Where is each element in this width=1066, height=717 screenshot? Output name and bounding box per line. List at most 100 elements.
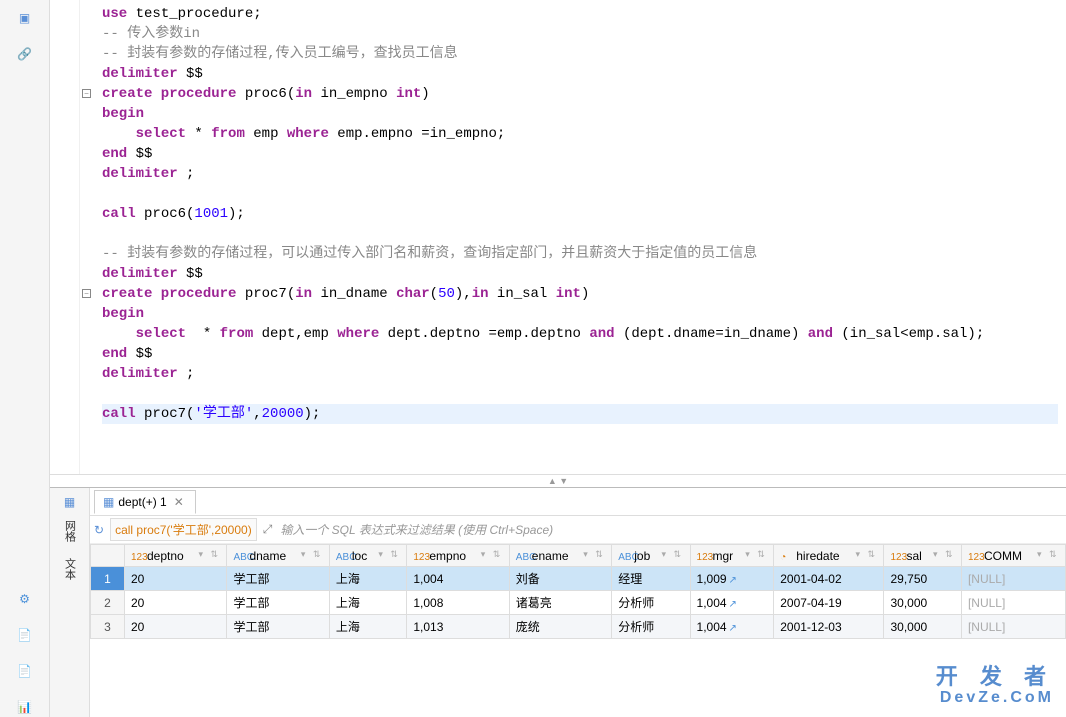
ext-link-icon[interactable]: ↗ (729, 623, 737, 634)
col-header-sal[interactable]: 123sal▾⇅ (884, 545, 961, 567)
code-line[interactable]: -- 封装有参数的存储过程,传入员工编号，查找员工信息 (102, 44, 1058, 64)
cell-empno[interactable]: 1,008 (407, 591, 509, 615)
cell-COMM[interactable]: [NULL] (961, 591, 1065, 615)
code-line[interactable]: delimiter $$ (102, 264, 1058, 284)
console-icon[interactable]: ▣ (15, 8, 35, 28)
fold-toggle-icon[interactable]: − (82, 289, 91, 298)
cell-sal[interactable]: 30,000 (884, 591, 961, 615)
code-line[interactable]: delimiter ; (102, 364, 1058, 384)
col-header-job[interactable]: ABCjob▾⇅ (612, 545, 690, 567)
cell-job[interactable]: 经理 (612, 567, 690, 591)
doc2-icon[interactable]: 📄 (15, 661, 35, 681)
code-line[interactable]: delimiter $$ (102, 64, 1058, 84)
cell-dname[interactable]: 学工部 (227, 591, 329, 615)
rownum-cell[interactable]: 3 (91, 615, 125, 639)
cell-deptno[interactable]: 20 (125, 591, 227, 615)
rownum-cell[interactable]: 1 (91, 567, 125, 591)
code-line[interactable]: begin (102, 104, 1058, 124)
ext-link-icon[interactable]: ↗ (729, 575, 737, 586)
fold-toggle-icon[interactable]: − (82, 89, 91, 98)
side-tab-grid[interactable]: 网格 (60, 514, 80, 548)
cell-dname[interactable]: 学工部 (227, 567, 329, 591)
sort-icon[interactable]: ⇅ (313, 549, 323, 563)
cell-deptno[interactable]: 20 (125, 567, 227, 591)
cell-empno[interactable]: 1,013 (407, 615, 509, 639)
filter-icon[interactable]: ▾ (481, 549, 491, 563)
sort-icon[interactable]: ⇅ (945, 549, 955, 563)
filter-icon[interactable]: ▾ (933, 549, 943, 563)
filter-input[interactable]: 输入一个 SQL 表达式来过滤结果 (使用 Ctrl+Space) (278, 519, 1062, 540)
code-line[interactable]: create procedure proc6(in in_empno int) (102, 84, 1058, 104)
side-tab-text[interactable]: 文本 (60, 552, 80, 586)
filter-call-text[interactable]: call proc7('学工部',20000) (110, 518, 257, 541)
results-tab[interactable]: ▦ dept(+) 1 ✕ (94, 490, 196, 514)
code-line[interactable]: call proc7('学工部',20000); (102, 404, 1058, 424)
cell-deptno[interactable]: 20 (125, 615, 227, 639)
sort-icon[interactable]: ⇅ (867, 549, 877, 563)
col-header-deptno[interactable]: 123deptno▾⇅ (125, 545, 227, 567)
code-line[interactable]: end $$ (102, 144, 1058, 164)
filter-icon[interactable]: ▾ (378, 549, 388, 563)
code-line[interactable] (102, 184, 1058, 204)
rownum-header[interactable] (91, 545, 125, 567)
col-header-empno[interactable]: 123empno▾⇅ (407, 545, 509, 567)
code-line[interactable]: -- 传入参数in (102, 24, 1058, 44)
filter-icon[interactable]: ▾ (745, 549, 755, 563)
filter-icon[interactable]: ▾ (1037, 549, 1047, 563)
cell-loc[interactable]: 上海 (329, 567, 406, 591)
code-line[interactable]: create procedure proc7(in in_dname char(… (102, 284, 1058, 304)
code-line[interactable]: call proc6(1001); (102, 204, 1058, 224)
filter-icon[interactable]: ▾ (855, 549, 865, 563)
cell-ename[interactable]: 庞统 (509, 615, 611, 639)
cell-hiredate[interactable]: 2007-04-19 (774, 591, 884, 615)
cell-hiredate[interactable]: 2001-12-03 (774, 615, 884, 639)
rownum-cell[interactable]: 2 (91, 591, 125, 615)
cell-empno[interactable]: 1,004 (407, 567, 509, 591)
table-row[interactable]: 320学工部上海1,013庞统分析师1,004↗2001-12-0330,000… (91, 615, 1066, 639)
cell-COMM[interactable]: [NULL] (961, 567, 1065, 591)
sort-icon[interactable]: ⇅ (390, 549, 400, 563)
cell-COMM[interactable]: [NULL] (961, 615, 1065, 639)
ext-link-icon[interactable]: ↗ (729, 599, 737, 610)
sort-icon[interactable]: ⇅ (210, 549, 220, 563)
filter-icon[interactable]: ▾ (583, 549, 593, 563)
table-row[interactable]: 120学工部上海1,004刘备经理1,009↗2001-04-0229,750[… (91, 567, 1066, 591)
col-header-hiredate[interactable]: ◔hiredate▾⇅ (774, 545, 884, 567)
close-icon[interactable]: ✕ (171, 495, 187, 509)
col-header-loc[interactable]: ABCloc▾⇅ (329, 545, 406, 567)
code-line[interactable]: use test_procedure; (102, 4, 1058, 24)
col-header-ename[interactable]: ABCename▾⇅ (509, 545, 611, 567)
cell-job[interactable]: 分析师 (612, 615, 690, 639)
cell-sal[interactable]: 30,000 (884, 615, 961, 639)
code-line[interactable]: end $$ (102, 344, 1058, 364)
cell-ename[interactable]: 诸葛亮 (509, 591, 611, 615)
col-header-dname[interactable]: ABCdname▾⇅ (227, 545, 329, 567)
sort-icon[interactable]: ⇅ (1049, 549, 1059, 563)
cell-mgr[interactable]: 1,004↗ (690, 591, 774, 615)
expand-icon[interactable]: ⤢ (263, 522, 273, 537)
cell-job[interactable]: 分析师 (612, 591, 690, 615)
code-line[interactable]: select * from dept,emp where dept.deptno… (102, 324, 1058, 344)
refresh-icon[interactable]: ↻ (94, 523, 104, 537)
filter-icon[interactable]: ▾ (662, 549, 672, 563)
cell-mgr[interactable]: 1,004↗ (690, 615, 774, 639)
sort-icon[interactable]: ⇅ (595, 549, 605, 563)
grid-view-icon[interactable]: ▦ (62, 494, 78, 510)
code-line[interactable]: begin (102, 304, 1058, 324)
code-line[interactable]: delimiter ; (102, 164, 1058, 184)
sort-icon[interactable]: ⇅ (493, 549, 503, 563)
code-line[interactable]: -- 封装有参数的存储过程，可以通过传入部门名和薪资，查询指定部门，并且薪资大于… (102, 244, 1058, 264)
link-icon[interactable]: 🔗 (15, 44, 35, 64)
cell-sal[interactable]: 29,750 (884, 567, 961, 591)
col-header-mgr[interactable]: 123mgr▾⇅ (690, 545, 774, 567)
cell-loc[interactable]: 上海 (329, 615, 406, 639)
gear-icon[interactable]: ⚙ (15, 589, 35, 609)
cell-mgr[interactable]: 1,009↗ (690, 567, 774, 591)
grid-wrap[interactable]: 123deptno▾⇅ABCdname▾⇅ABCloc▾⇅123empno▾⇅A… (90, 544, 1066, 717)
col-header-COMM[interactable]: 123COMM▾⇅ (961, 545, 1065, 567)
code-line[interactable]: select * from emp where emp.empno =in_em… (102, 124, 1058, 144)
cell-hiredate[interactable]: 2001-04-02 (774, 567, 884, 591)
doc1-icon[interactable]: 📄 (15, 625, 35, 645)
cell-ename[interactable]: 刘备 (509, 567, 611, 591)
filter-icon[interactable]: ▾ (301, 549, 311, 563)
